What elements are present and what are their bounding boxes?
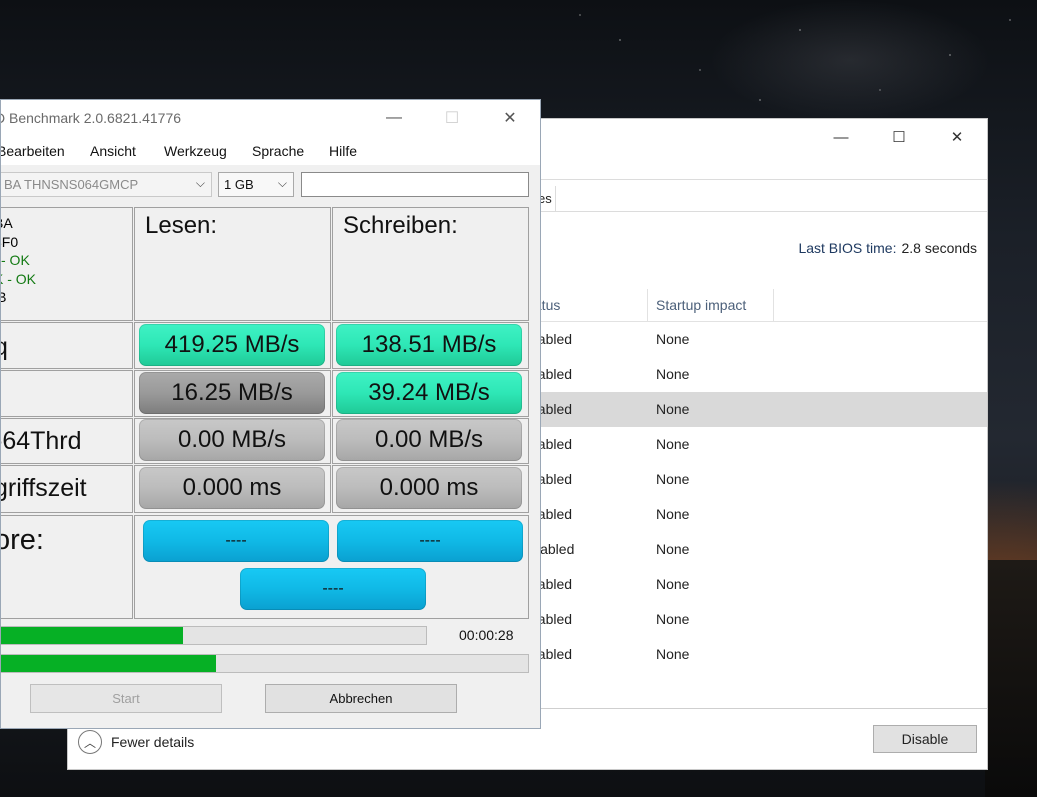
drive-info: BA 3F0 i - OK K - OK iB bbox=[1, 214, 37, 307]
test-label-seq: q bbox=[1, 333, 8, 362]
chevron-down-icon: ⌵ bbox=[277, 176, 287, 190]
menu-sprache[interactable]: Sprache bbox=[252, 143, 304, 159]
score-read: ---- bbox=[143, 520, 329, 562]
row-impact: None bbox=[656, 611, 690, 627]
read-header-panel: Lesen: bbox=[134, 207, 331, 321]
wallpaper-mountain bbox=[985, 560, 1037, 797]
as-maximize-button: ☐ bbox=[444, 110, 460, 127]
menu-bearbeiten[interactable]: Bearbeiten bbox=[1, 143, 65, 159]
drive-firmware: 3F0 bbox=[1, 233, 19, 250]
column-header-startup-impact[interactable]: Startup impact bbox=[656, 289, 774, 321]
alignment-status: K - OK bbox=[1, 270, 37, 287]
menu-ansicht[interactable]: Ansicht bbox=[90, 143, 136, 159]
window-title: D Benchmark 2.0.6821.41776 bbox=[0, 110, 182, 126]
read-header: Lesen: bbox=[145, 212, 218, 239]
menu-werkzeug[interactable]: Werkzeug bbox=[164, 143, 227, 159]
row-impact: None bbox=[656, 646, 690, 662]
chevron-up-icon: ︿ bbox=[78, 730, 102, 754]
as-close-button[interactable]: ✕ bbox=[481, 100, 539, 136]
last-bios-value: 2.8 seconds bbox=[901, 240, 978, 256]
4k64-read-result: 0.00 MB/s bbox=[139, 419, 325, 461]
as-minimize-button[interactable]: — bbox=[365, 100, 423, 136]
total-progress-bar bbox=[1, 654, 529, 673]
test-label-access-time: griffszeit bbox=[0, 474, 87, 502]
test-label-cell: griffszeit bbox=[0, 465, 133, 513]
row-impact: None bbox=[656, 436, 690, 452]
menu-hilfe[interactable]: Hilfe bbox=[329, 143, 357, 159]
tm-close-button[interactable]: ✕ bbox=[928, 119, 986, 155]
test-size-value: 1 GB bbox=[224, 177, 254, 192]
disable-button[interactable]: Disable bbox=[873, 725, 977, 753]
row-impact: None bbox=[656, 576, 690, 592]
score-label: ore: bbox=[1, 524, 44, 556]
last-bios-label: Last BIOS time: bbox=[798, 240, 897, 256]
as-ssd-window: D Benchmark 2.0.6821.41776 — ☐ ✕ Bearbei… bbox=[0, 99, 541, 729]
score-write: ---- bbox=[337, 520, 523, 562]
chevron-down-icon: ⌵ bbox=[195, 176, 205, 190]
test-progress-bar bbox=[1, 626, 427, 645]
path-input[interactable] bbox=[301, 172, 529, 197]
score-label-cell: ore: bbox=[1, 515, 133, 619]
test-label-cell bbox=[1, 370, 133, 417]
drive-select-value: BA THNSNS064GMCP bbox=[4, 177, 139, 192]
row-impact: None bbox=[656, 331, 690, 347]
tm-minimize-button[interactable]: — bbox=[812, 119, 870, 155]
row-impact: None bbox=[656, 541, 690, 557]
test-progress-fill bbox=[1, 627, 184, 644]
drive-select[interactable]: BA THNSNS064GMCP ⌵ bbox=[1, 172, 212, 197]
drive-vendor: BA bbox=[1, 215, 13, 231]
write-header-panel: Schreiben: bbox=[332, 207, 529, 321]
drive-info-panel: BA 3F0 i - OK K - OK iB bbox=[1, 207, 133, 321]
seq-read-result: 419.25 MB/s bbox=[139, 324, 325, 366]
total-progress-fill bbox=[1, 655, 217, 672]
access-read-result: 0.000 ms bbox=[139, 467, 325, 509]
test-label-cell: q bbox=[1, 322, 133, 369]
row-impact: None bbox=[656, 401, 690, 417]
cancel-button[interactable]: Abbrechen bbox=[265, 684, 457, 713]
menu-bar: Bearbeiten Ansicht Werkzeug Sprache Hilf… bbox=[1, 137, 540, 165]
row-impact: None bbox=[656, 471, 690, 487]
write-header: Schreiben: bbox=[343, 212, 458, 239]
as-title-bar: D Benchmark 2.0.6821.41776 — ☐ ✕ bbox=[1, 100, 540, 137]
last-bios-time: Last BIOS time: 2.8 seconds bbox=[798, 240, 977, 256]
fewer-details-label: Fewer details bbox=[111, 734, 195, 750]
test-label-cell: -64Thrd bbox=[0, 418, 133, 464]
access-write-result: 0.000 ms bbox=[336, 467, 522, 509]
row-impact: None bbox=[656, 366, 690, 382]
row-impact: None bbox=[656, 506, 690, 522]
tm-maximize-button[interactable]: ☐ bbox=[870, 119, 928, 155]
seq-write-result: 138.51 MB/s bbox=[336, 324, 522, 366]
4k-write-result: 39.24 MB/s bbox=[336, 372, 522, 414]
fewer-details-link[interactable]: ︿ Fewer details bbox=[78, 730, 194, 754]
elapsed-time: 00:00:28 bbox=[459, 627, 514, 643]
score-total: ---- bbox=[240, 568, 426, 610]
column-header-status[interactable]: tatus bbox=[530, 289, 648, 321]
start-button[interactable]: Start bbox=[30, 684, 222, 713]
drive-capacity: iB bbox=[1, 288, 36, 307]
test-size-select[interactable]: 1 GB ⌵ bbox=[218, 172, 294, 197]
4k64-write-result: 0.00 MB/s bbox=[336, 419, 522, 461]
4k-read-result: 16.25 MB/s bbox=[139, 372, 325, 414]
test-label-4k-64thrd: -64Thrd bbox=[0, 427, 82, 455]
driver-status: i - OK bbox=[1, 252, 30, 268]
